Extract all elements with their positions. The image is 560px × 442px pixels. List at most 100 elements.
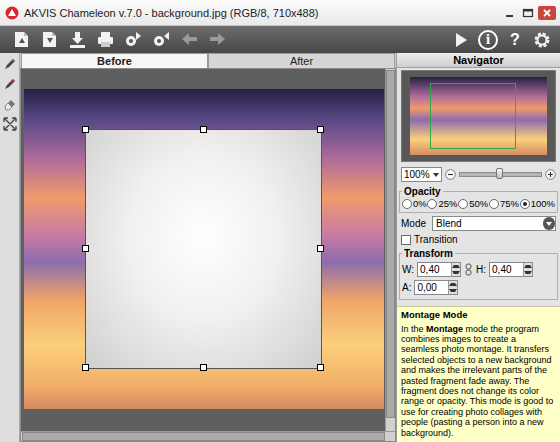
spin-down[interactable] bbox=[449, 288, 457, 295]
zoom-slider-thumb[interactable] bbox=[496, 168, 503, 179]
navigator-preview[interactable] bbox=[401, 70, 556, 162]
spin-buttons[interactable] bbox=[448, 281, 457, 294]
opacity-option[interactable]: 25% bbox=[427, 198, 457, 209]
help-box: Montage ModeIn the Montage mode the prog… bbox=[397, 306, 560, 442]
app-logo-icon bbox=[5, 6, 19, 20]
field-label: H: bbox=[476, 264, 486, 275]
resize-handle[interactable] bbox=[317, 126, 324, 133]
spin-box[interactable]: 0,40 bbox=[489, 262, 533, 277]
spin-value[interactable]: 0,00 bbox=[415, 281, 448, 294]
resize-handle[interactable] bbox=[82, 364, 89, 371]
spin-box[interactable]: 0,40 bbox=[417, 262, 461, 277]
radio-button[interactable] bbox=[402, 199, 412, 209]
opacity-option[interactable]: 75% bbox=[489, 198, 519, 209]
zoom-in-icon[interactable] bbox=[545, 169, 556, 180]
resize-handle[interactable] bbox=[82, 245, 89, 252]
settings-panel: Navigator100%Opacity0%25%50%75%100%ModeB… bbox=[396, 53, 560, 442]
import-settings-icon[interactable] bbox=[151, 29, 172, 50]
toolbar: i? bbox=[0, 26, 560, 53]
main-area: BeforeAfterNavigator100%Opacity0%25%50%7… bbox=[0, 53, 560, 442]
vertical-scrollbar[interactable] bbox=[385, 69, 395, 431]
resize-handle[interactable] bbox=[317, 364, 324, 371]
info-button[interactable]: i bbox=[478, 30, 498, 50]
resize-handle[interactable] bbox=[82, 126, 89, 133]
link-proportions-icon[interactable] bbox=[465, 263, 472, 276]
maximize-icon[interactable] bbox=[520, 6, 536, 20]
viewport bbox=[21, 69, 385, 431]
run-icon[interactable] bbox=[451, 30, 471, 50]
zoom-field[interactable]: 100% bbox=[401, 167, 442, 182]
opacity-label[interactable]: 75% bbox=[500, 198, 519, 209]
zoom-out-icon[interactable] bbox=[445, 169, 456, 180]
spin-up[interactable] bbox=[449, 281, 457, 288]
remove-brush-icon[interactable] bbox=[3, 77, 17, 91]
resize-handle[interactable] bbox=[200, 126, 207, 133]
up-arrow-icon bbox=[524, 265, 532, 268]
back-arrow-icon[interactable] bbox=[179, 29, 200, 50]
view-tab[interactable]: After bbox=[208, 53, 395, 68]
dropdown-button[interactable] bbox=[543, 217, 555, 230]
opacity-options: 0% 25% 50% 75% 100% bbox=[402, 198, 555, 209]
download-icon[interactable] bbox=[67, 29, 88, 50]
zoom-slider[interactable] bbox=[459, 172, 542, 177]
radio-button[interactable] bbox=[489, 199, 499, 209]
mode-dropdown[interactable]: Blend bbox=[432, 216, 556, 231]
spin-buttons[interactable] bbox=[523, 263, 532, 276]
minimize-icon[interactable] bbox=[502, 6, 518, 20]
view-tab[interactable]: Before bbox=[21, 53, 208, 68]
print-icon[interactable] bbox=[95, 29, 116, 50]
radio-button[interactable] bbox=[427, 199, 437, 209]
spin-up[interactable] bbox=[452, 263, 460, 270]
window-controls bbox=[502, 6, 556, 20]
forward-arrow-icon[interactable] bbox=[207, 29, 228, 50]
help-button[interactable]: ? bbox=[505, 30, 525, 50]
help-title: Montage Mode bbox=[401, 310, 556, 320]
opacity-option[interactable]: 100% bbox=[520, 198, 555, 209]
opacity-label[interactable]: 0% bbox=[413, 198, 427, 209]
keep-brush-icon[interactable] bbox=[3, 57, 17, 71]
scroll-thumb[interactable] bbox=[22, 432, 385, 441]
fit-view-icon[interactable] bbox=[3, 117, 17, 131]
gear-icon[interactable] bbox=[532, 30, 552, 50]
radio-button[interactable] bbox=[458, 199, 468, 209]
preview-viewport[interactable] bbox=[430, 83, 516, 149]
opacity-label[interactable]: 25% bbox=[438, 198, 457, 209]
export-settings-icon[interactable] bbox=[123, 29, 144, 50]
opacity-label[interactable]: 100% bbox=[531, 198, 555, 209]
transform-title: Transform bbox=[402, 248, 455, 259]
resize-handle[interactable] bbox=[200, 364, 207, 371]
transition-row[interactable]: Transition bbox=[397, 232, 560, 247]
close-icon[interactable] bbox=[538, 6, 556, 20]
background-image bbox=[24, 89, 384, 409]
transform-field: H: 0,40 bbox=[476, 261, 533, 278]
transition-label[interactable]: Transition bbox=[414, 234, 458, 245]
transform-row: W: 0,40 H: 0,40 bbox=[402, 260, 555, 279]
mode-value[interactable]: Blend bbox=[433, 218, 543, 229]
opacity-option[interactable]: 50% bbox=[458, 198, 488, 209]
radio-dot bbox=[523, 202, 527, 206]
transform-field: A:0,00 bbox=[402, 279, 555, 296]
spin-down[interactable] bbox=[524, 270, 532, 277]
spin-buttons[interactable] bbox=[451, 263, 460, 276]
work-area: BeforeAfter bbox=[20, 53, 396, 442]
spin-value[interactable]: 0,40 bbox=[490, 263, 523, 276]
opacity-label[interactable]: 50% bbox=[469, 198, 488, 209]
spin-box[interactable]: 0,00 bbox=[414, 280, 458, 295]
tab-bar: BeforeAfter bbox=[20, 53, 396, 68]
spin-down[interactable] bbox=[452, 270, 460, 277]
field-label: W: bbox=[402, 264, 414, 275]
open-icon[interactable] bbox=[11, 29, 32, 50]
pasted-fragment[interactable] bbox=[85, 129, 322, 369]
dropdown-arrow-icon[interactable] bbox=[433, 173, 439, 177]
eraser-icon[interactable] bbox=[3, 97, 17, 111]
scroll-thumb[interactable] bbox=[386, 70, 395, 418]
radio-button[interactable] bbox=[520, 199, 530, 209]
zoom-value[interactable]: 100% bbox=[404, 169, 430, 180]
save-as-icon[interactable] bbox=[39, 29, 60, 50]
horizontal-scrollbar[interactable] bbox=[21, 431, 395, 441]
transition-checkbox[interactable] bbox=[401, 235, 411, 245]
spin-value[interactable]: 0,40 bbox=[418, 263, 451, 276]
opacity-option[interactable]: 0% bbox=[402, 198, 427, 209]
spin-up[interactable] bbox=[524, 263, 532, 270]
resize-handle[interactable] bbox=[317, 245, 324, 252]
